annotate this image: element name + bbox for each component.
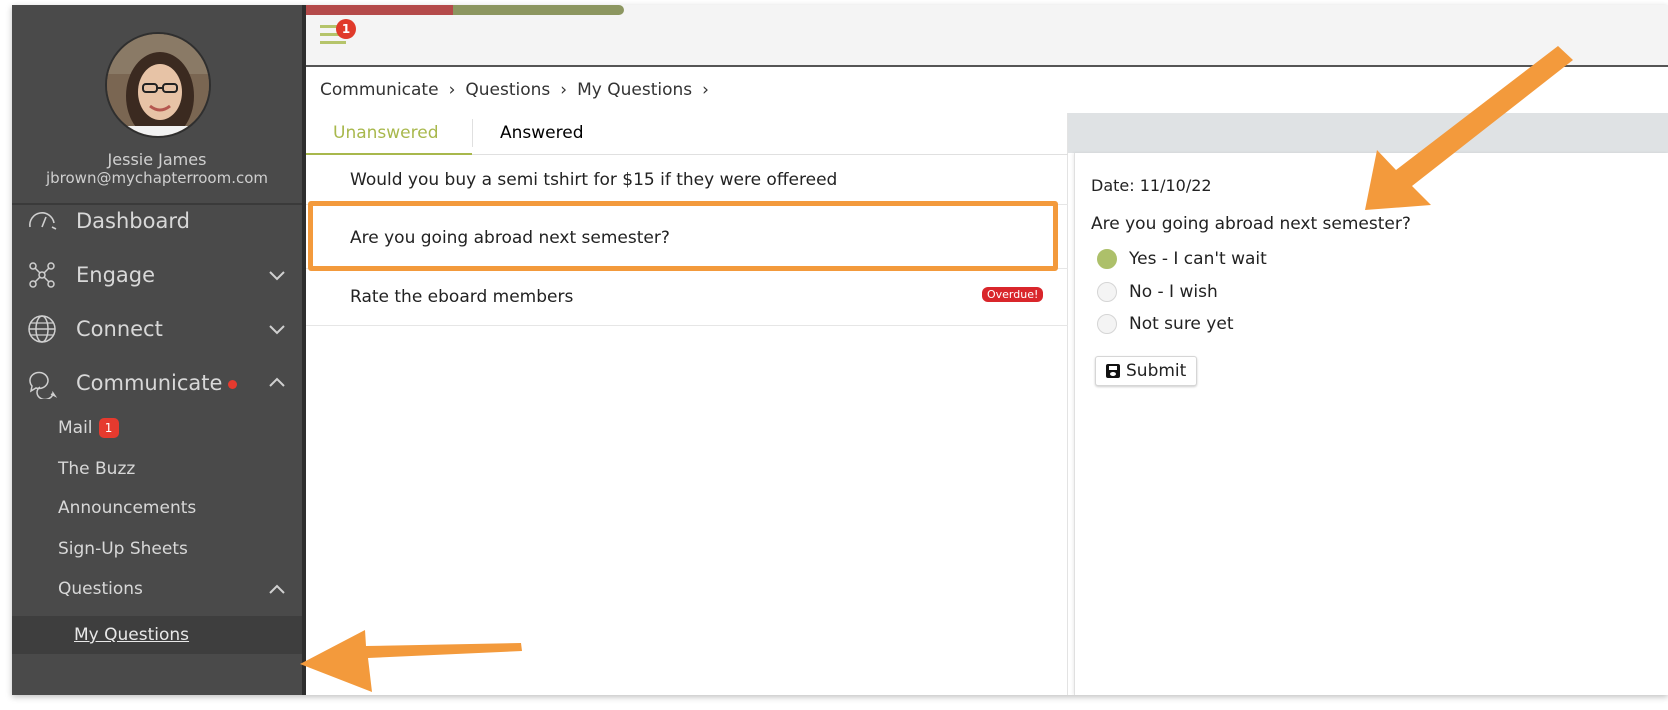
highlight-box: [308, 201, 1058, 271]
tab-unanswered[interactable]: Unanswered: [333, 123, 439, 143]
sidebar-item-announcements[interactable]: Announcements: [58, 498, 196, 518]
answer-option-label: No - I wish: [1129, 282, 1218, 302]
sidebar-item-label: Connect: [76, 317, 163, 341]
chevron-down-icon[interactable]: [266, 264, 288, 286]
chevron-down-icon[interactable]: [266, 318, 288, 340]
question-title: Are you going abroad next semester?: [1091, 214, 1411, 234]
notification-dot: [228, 379, 238, 389]
chevron-up-icon[interactable]: [266, 372, 288, 394]
submit-button[interactable]: Submit: [1095, 356, 1198, 386]
profile-name: Jessie James: [107, 150, 207, 169]
breadcrumb-communicate[interactable]: Communicate: [320, 80, 439, 100]
globe-icon: [24, 311, 60, 347]
app-window: Jessie James jbrown@mychapterroom.com Da…: [12, 5, 1668, 695]
detail-header-bar: [1068, 113, 1668, 153]
sidebar-item-label: Dashboard: [76, 209, 190, 233]
question-text: Would you buy a semi tshirt for $15 if t…: [350, 170, 838, 190]
chevron-right-icon: ›: [448, 80, 456, 100]
profile-email: jbrown@mychapterroom.com: [45, 169, 269, 187]
question-text: Rate the eboard members: [350, 287, 574, 307]
sidebar-item-label: Mail: [58, 418, 93, 438]
sidebar-item-dashboard[interactable]: Dashboard: [12, 195, 302, 247]
communicate-label: Communicate: [76, 371, 223, 395]
question-row[interactable]: Would you buy a semi tshirt for $15 if t…: [306, 155, 1068, 205]
questions-list-pane: Unanswered Answered Would you buy a semi…: [306, 113, 1068, 695]
network-icon: [24, 257, 60, 293]
avatar[interactable]: [105, 32, 211, 138]
chevron-right-icon: ›: [702, 80, 709, 100]
sidebar-item-label: My Questions: [74, 625, 190, 645]
sidebar-item-engage[interactable]: Engage: [12, 249, 302, 301]
sidebar-item-sign-up-sheets[interactable]: Sign-Up Sheets: [58, 539, 188, 559]
profile-panel: Jessie James jbrown@mychapterroom.com: [12, 5, 302, 205]
breadcrumb: Communicate › Questions › My Questions ›: [306, 67, 1668, 113]
sidebar-item-label: Questions: [58, 579, 143, 599]
progress-segment-red: [306, 5, 453, 15]
question-tabs: Unanswered Answered: [306, 113, 1068, 155]
question-row[interactable]: Rate the eboard members Overdue!: [306, 269, 1068, 326]
tab-divider: [472, 119, 473, 147]
sidebar: Jessie James jbrown@mychapterroom.com Da…: [12, 5, 306, 695]
mail-count-badge: 1: [98, 418, 119, 438]
sidebar-item-label: Communicate: [76, 371, 238, 395]
question-date: Date: 11/10/22: [1091, 176, 1212, 195]
answer-option[interactable]: Not sure yet: [1097, 314, 1233, 334]
sidebar-item-connect[interactable]: Connect: [12, 303, 302, 355]
answer-option[interactable]: No - I wish: [1097, 282, 1218, 302]
answer-option[interactable]: Yes - I can't wait: [1097, 249, 1267, 269]
chevron-right-icon: ›: [560, 80, 568, 100]
submit-label: Submit: [1126, 361, 1187, 381]
chevron-up-icon[interactable]: [266, 579, 288, 601]
progress-segment-olive: [453, 5, 624, 15]
sidebar-item-mail[interactable]: Mail 1: [58, 418, 119, 438]
chat-bubbles-icon: [24, 365, 60, 401]
breadcrumb-my-questions[interactable]: My Questions: [577, 80, 692, 100]
sidebar-item-questions[interactable]: Questions: [58, 579, 290, 599]
answer-option-label: Yes - I can't wait: [1129, 249, 1267, 269]
radio-button[interactable]: [1097, 282, 1117, 302]
gauge-icon: [24, 203, 60, 239]
sidebar-item-communicate[interactable]: Communicate: [12, 357, 302, 409]
question-detail-panel: Date: 11/10/22 Are you going abroad next…: [1074, 153, 1668, 695]
sidebar-item-label: Engage: [76, 263, 156, 287]
avatar-photo: [107, 34, 209, 136]
radio-button[interactable]: [1097, 314, 1117, 334]
sidebar-item-my-questions[interactable]: My Questions: [12, 616, 302, 654]
top-bar: 1: [306, 5, 1668, 67]
tab-answered[interactable]: Answered: [500, 123, 584, 143]
overdue-badge: Overdue!: [982, 287, 1044, 302]
save-icon: [1106, 364, 1120, 378]
sidebar-item-the-buzz[interactable]: The Buzz: [58, 459, 135, 479]
menu-notification-badge: 1: [336, 19, 356, 39]
breadcrumb-questions[interactable]: Questions: [465, 80, 550, 100]
radio-button-checked[interactable]: [1097, 249, 1117, 269]
answer-option-label: Not sure yet: [1129, 314, 1234, 334]
